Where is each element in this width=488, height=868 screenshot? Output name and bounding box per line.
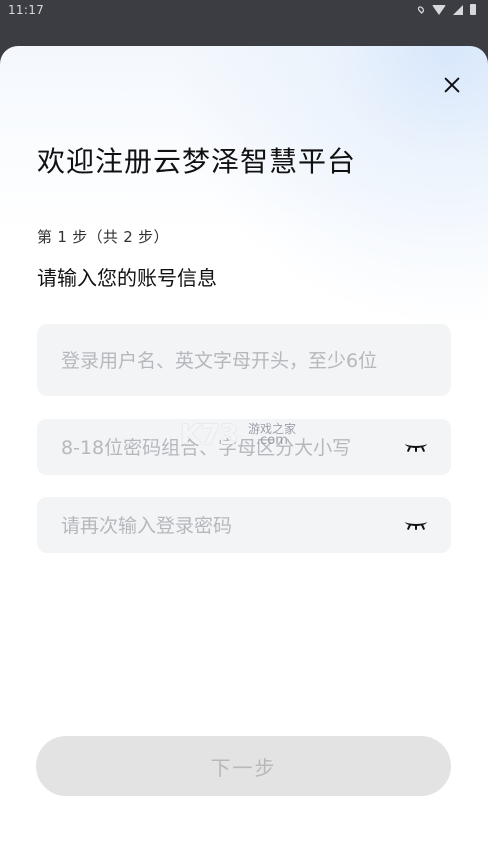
status-bar: 11:17 bbox=[0, 0, 488, 22]
status-time: 11:17 bbox=[8, 3, 45, 17]
close-icon[interactable] bbox=[438, 71, 466, 99]
eye-closed-icon[interactable] bbox=[403, 515, 429, 535]
status-icons bbox=[416, 4, 476, 15]
section-title: 请输入您的账号信息 bbox=[37, 266, 217, 290]
next-step-button[interactable]: 下一步 bbox=[36, 736, 451, 796]
step-indicator: 第 1 步（共 2 步） bbox=[37, 228, 169, 246]
location-icon bbox=[416, 5, 426, 14]
wifi-icon bbox=[432, 4, 446, 15]
password-field-container bbox=[37, 419, 451, 477]
page-title: 欢迎注册云梦泽智慧平台 bbox=[37, 145, 357, 178]
password-input[interactable] bbox=[59, 419, 403, 477]
confirm-password-field-container bbox=[37, 497, 451, 555]
registration-sheet: 欢迎注册云梦泽智慧平台 第 1 步（共 2 步） 请输入您的账号信息 K73 游… bbox=[0, 46, 488, 868]
eye-closed-icon[interactable] bbox=[403, 437, 429, 457]
username-field-container bbox=[37, 324, 451, 398]
confirm-password-input[interactable] bbox=[59, 497, 403, 555]
username-input[interactable] bbox=[59, 324, 433, 398]
signal-icon bbox=[453, 4, 463, 15]
battery-icon bbox=[470, 4, 476, 15]
